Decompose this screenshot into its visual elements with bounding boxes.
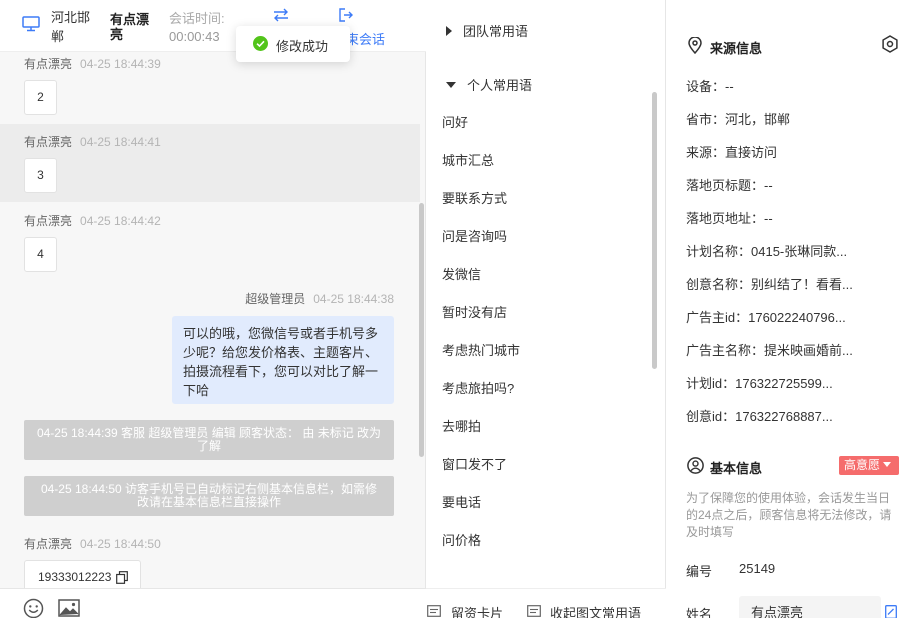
message-bubble: 3 (24, 158, 57, 193)
info-row-province: 省市：河北，邯郸 (686, 112, 791, 127)
chat-header: 河北邯郸 有点漂亮 会话时间: 00:00:43 束会话 (0, 0, 426, 52)
system-notice: 04-25 18:44:39 客服 超级管理员 编辑 顾客状态： 由 未标记 改… (24, 420, 394, 460)
personal-phrases-group[interactable]: 个人常用语 (446, 75, 532, 94)
success-toast: 修改成功 (236, 26, 350, 62)
message-sender: 超级管理员 (245, 292, 306, 306)
id-label: 编号 (686, 564, 713, 579)
intent-badge-label: 高意愿 (844, 458, 881, 472)
chat-panel: 河北邯郸 有点漂亮 会话时间: 00:00:43 束会话 修改成功 有点漂亮 0… (0, 0, 426, 618)
info-row-source: 来源：直接访问 (686, 145, 778, 160)
exit-icon[interactable] (338, 7, 354, 23)
phrases-footer: 留资卡片 收起图文常用语 (426, 588, 666, 618)
info-row-landing-title: 落地页标题：-- (686, 178, 773, 193)
phone-message-bubble: 19333012223 (24, 560, 141, 588)
message-list[interactable]: 有点漂亮 04-25 18:44:39 2 有点漂亮 04-25 18:44:41 … (0, 52, 420, 588)
card-icon (427, 605, 441, 617)
phrase-item[interactable]: 去哪拍 (442, 416, 481, 435)
id-value: 25149 (739, 561, 776, 576)
message-time: 04-25 18:44:50 (80, 537, 161, 551)
message-meta: 有点漂亮 04-25 18:44:41 (24, 135, 161, 149)
phrase-item[interactable]: 考虑旅拍吗? (442, 378, 514, 397)
team-phrases-group[interactable]: 团队常用语 (446, 21, 528, 40)
info-row-creative-name: 创意名称：别纠结了！看看... (686, 277, 853, 292)
name-label: 姓名 (686, 607, 713, 618)
phrase-item[interactable]: 考虑热门城市 (442, 340, 520, 359)
phrase-item[interactable]: 问价格 (442, 530, 481, 549)
chat-workspace: 河北邯郸 有点漂亮 会话时间: 00:00:43 束会话 修改成功 有点漂亮 0… (0, 0, 913, 618)
end-session-button[interactable]: 束会话 (346, 29, 385, 48)
phrase-item[interactable]: 要联系方式 (442, 188, 507, 207)
message-meta: 有点漂亮 04-25 18:44:39 (24, 57, 161, 71)
system-notice: 04-25 18:44:50 访客手机号已自动标记右侧基本信息栏，如需修改请在基… (24, 476, 394, 516)
card-icon (527, 605, 541, 617)
session-time-label: 会话时间: (169, 11, 225, 26)
caret-down-icon (446, 82, 456, 89)
chat-toolbar (0, 588, 426, 618)
source-info-title: 来源信息 (710, 41, 763, 56)
message-sender: 有点漂亮 (24, 214, 73, 228)
phone-number: 19333012223 (38, 570, 112, 584)
message-time: 04-25 18:44:41 (80, 135, 161, 149)
phrase-item[interactable]: 发微信 (442, 264, 481, 283)
message-bubble: 4 (24, 237, 57, 272)
lead-card-button[interactable]: 留资卡片 (451, 603, 503, 618)
gear-icon[interactable] (881, 35, 899, 53)
edit-icon[interactable] (885, 605, 897, 618)
phrases-scrollbar[interactable] (652, 92, 657, 369)
image-icon[interactable] (58, 599, 80, 617)
message-meta: 有点漂亮 04-25 18:44:50 (24, 537, 161, 551)
message-item: 有点漂亮 04-25 18:44:39 2 (0, 52, 420, 120)
phrase-item[interactable]: 问是咨询吗 (442, 226, 507, 245)
basic-info-note: 为了保障您的使用体验，会话发生当日的24点之后，顾客信息将无法修改，请及时填写 (686, 491, 892, 539)
caret-right-icon (446, 26, 452, 37)
team-phrases-label: 团队常用语 (463, 24, 529, 39)
phrase-item[interactable]: 暂时没有店 (442, 302, 507, 321)
agent-message-bubble: 可以的哦，您微信号或者手机号多少呢？给您发价格表、主题客片、拍摄流程看下，您可以… (172, 316, 394, 404)
visitor-name: 有点漂亮 (110, 12, 150, 42)
transfer-icon[interactable] (272, 7, 290, 23)
emoji-icon[interactable] (23, 598, 44, 618)
message-time: 04-25 18:44:42 (80, 214, 161, 228)
message-sender: 有点漂亮 (24, 57, 73, 71)
info-row-creative-id: 创意id：176322768887... (686, 409, 833, 424)
info-row-plan-id: 计划id：176322725599... (686, 376, 833, 391)
info-row-device: 设备：-- (686, 79, 734, 94)
collapse-phrases-button[interactable]: 收起图文常用语 (550, 603, 641, 618)
chat-scrollbar[interactable] (419, 203, 424, 457)
user-icon (687, 457, 704, 474)
message-meta: 超级管理员 04-25 18:44:38 (245, 292, 394, 306)
info-row-advertiser-id: 广告主id：176022240796... (686, 310, 846, 325)
personal-phrases-label: 个人常用语 (467, 78, 533, 93)
name-field[interactable] (739, 596, 881, 618)
visitor-location: 河北邯郸 (51, 10, 91, 44)
message-item: 有点漂亮 04-25 18:44:50 19333012223 (0, 528, 420, 588)
message-item: 有点漂亮 04-25 18:44:41 3 (0, 124, 420, 202)
check-circle-icon (253, 36, 268, 51)
monitor-icon (22, 16, 40, 32)
info-row-plan-name: 计划名称：0415-张琳同款... (686, 244, 848, 259)
phrase-item[interactable]: 要电话 (442, 492, 481, 511)
intent-badge[interactable]: 高意愿 (839, 456, 899, 475)
message-time: 04-25 18:44:39 (80, 57, 161, 71)
phrases-panel: 团队常用语 个人常用语 问好 城市汇总 要联系方式 问是咨询吗 发微信 暂时没有… (426, 0, 666, 618)
copy-icon[interactable] (116, 571, 128, 584)
location-pin-icon (688, 37, 702, 54)
message-item-agent: 超级管理员 04-25 18:44:38 可以的哦，您微信号或者手机号多少呢？给您… (0, 284, 420, 408)
message-sender: 有点漂亮 (24, 537, 73, 551)
phrase-item[interactable]: 城市汇总 (442, 150, 494, 169)
toast-text: 修改成功 (276, 39, 329, 54)
message-item: 有点漂亮 04-25 18:44:42 4 (0, 202, 420, 280)
visitor-info-panel: 来源信息 设备：-- 省市：河北，邯郸 来源：直接访问 落地页标题：-- 落地页… (666, 0, 913, 618)
info-row-advertiser-name: 广告主名称：提米映画婚前... (686, 343, 853, 358)
basic-info-title: 基本信息 (710, 461, 763, 476)
message-meta: 有点漂亮 04-25 18:44:42 (24, 214, 161, 228)
info-row-landing-url: 落地页地址：-- (686, 211, 773, 226)
session-time-value: 00:00:43 (169, 29, 220, 44)
message-bubble: 2 (24, 80, 57, 115)
phrase-item[interactable]: 问好 (442, 112, 468, 131)
phrase-item[interactable]: 窗口发不了 (442, 454, 507, 473)
message-time: 04-25 18:44:38 (313, 292, 394, 306)
message-sender: 有点漂亮 (24, 135, 73, 149)
caret-down-icon (883, 462, 892, 468)
